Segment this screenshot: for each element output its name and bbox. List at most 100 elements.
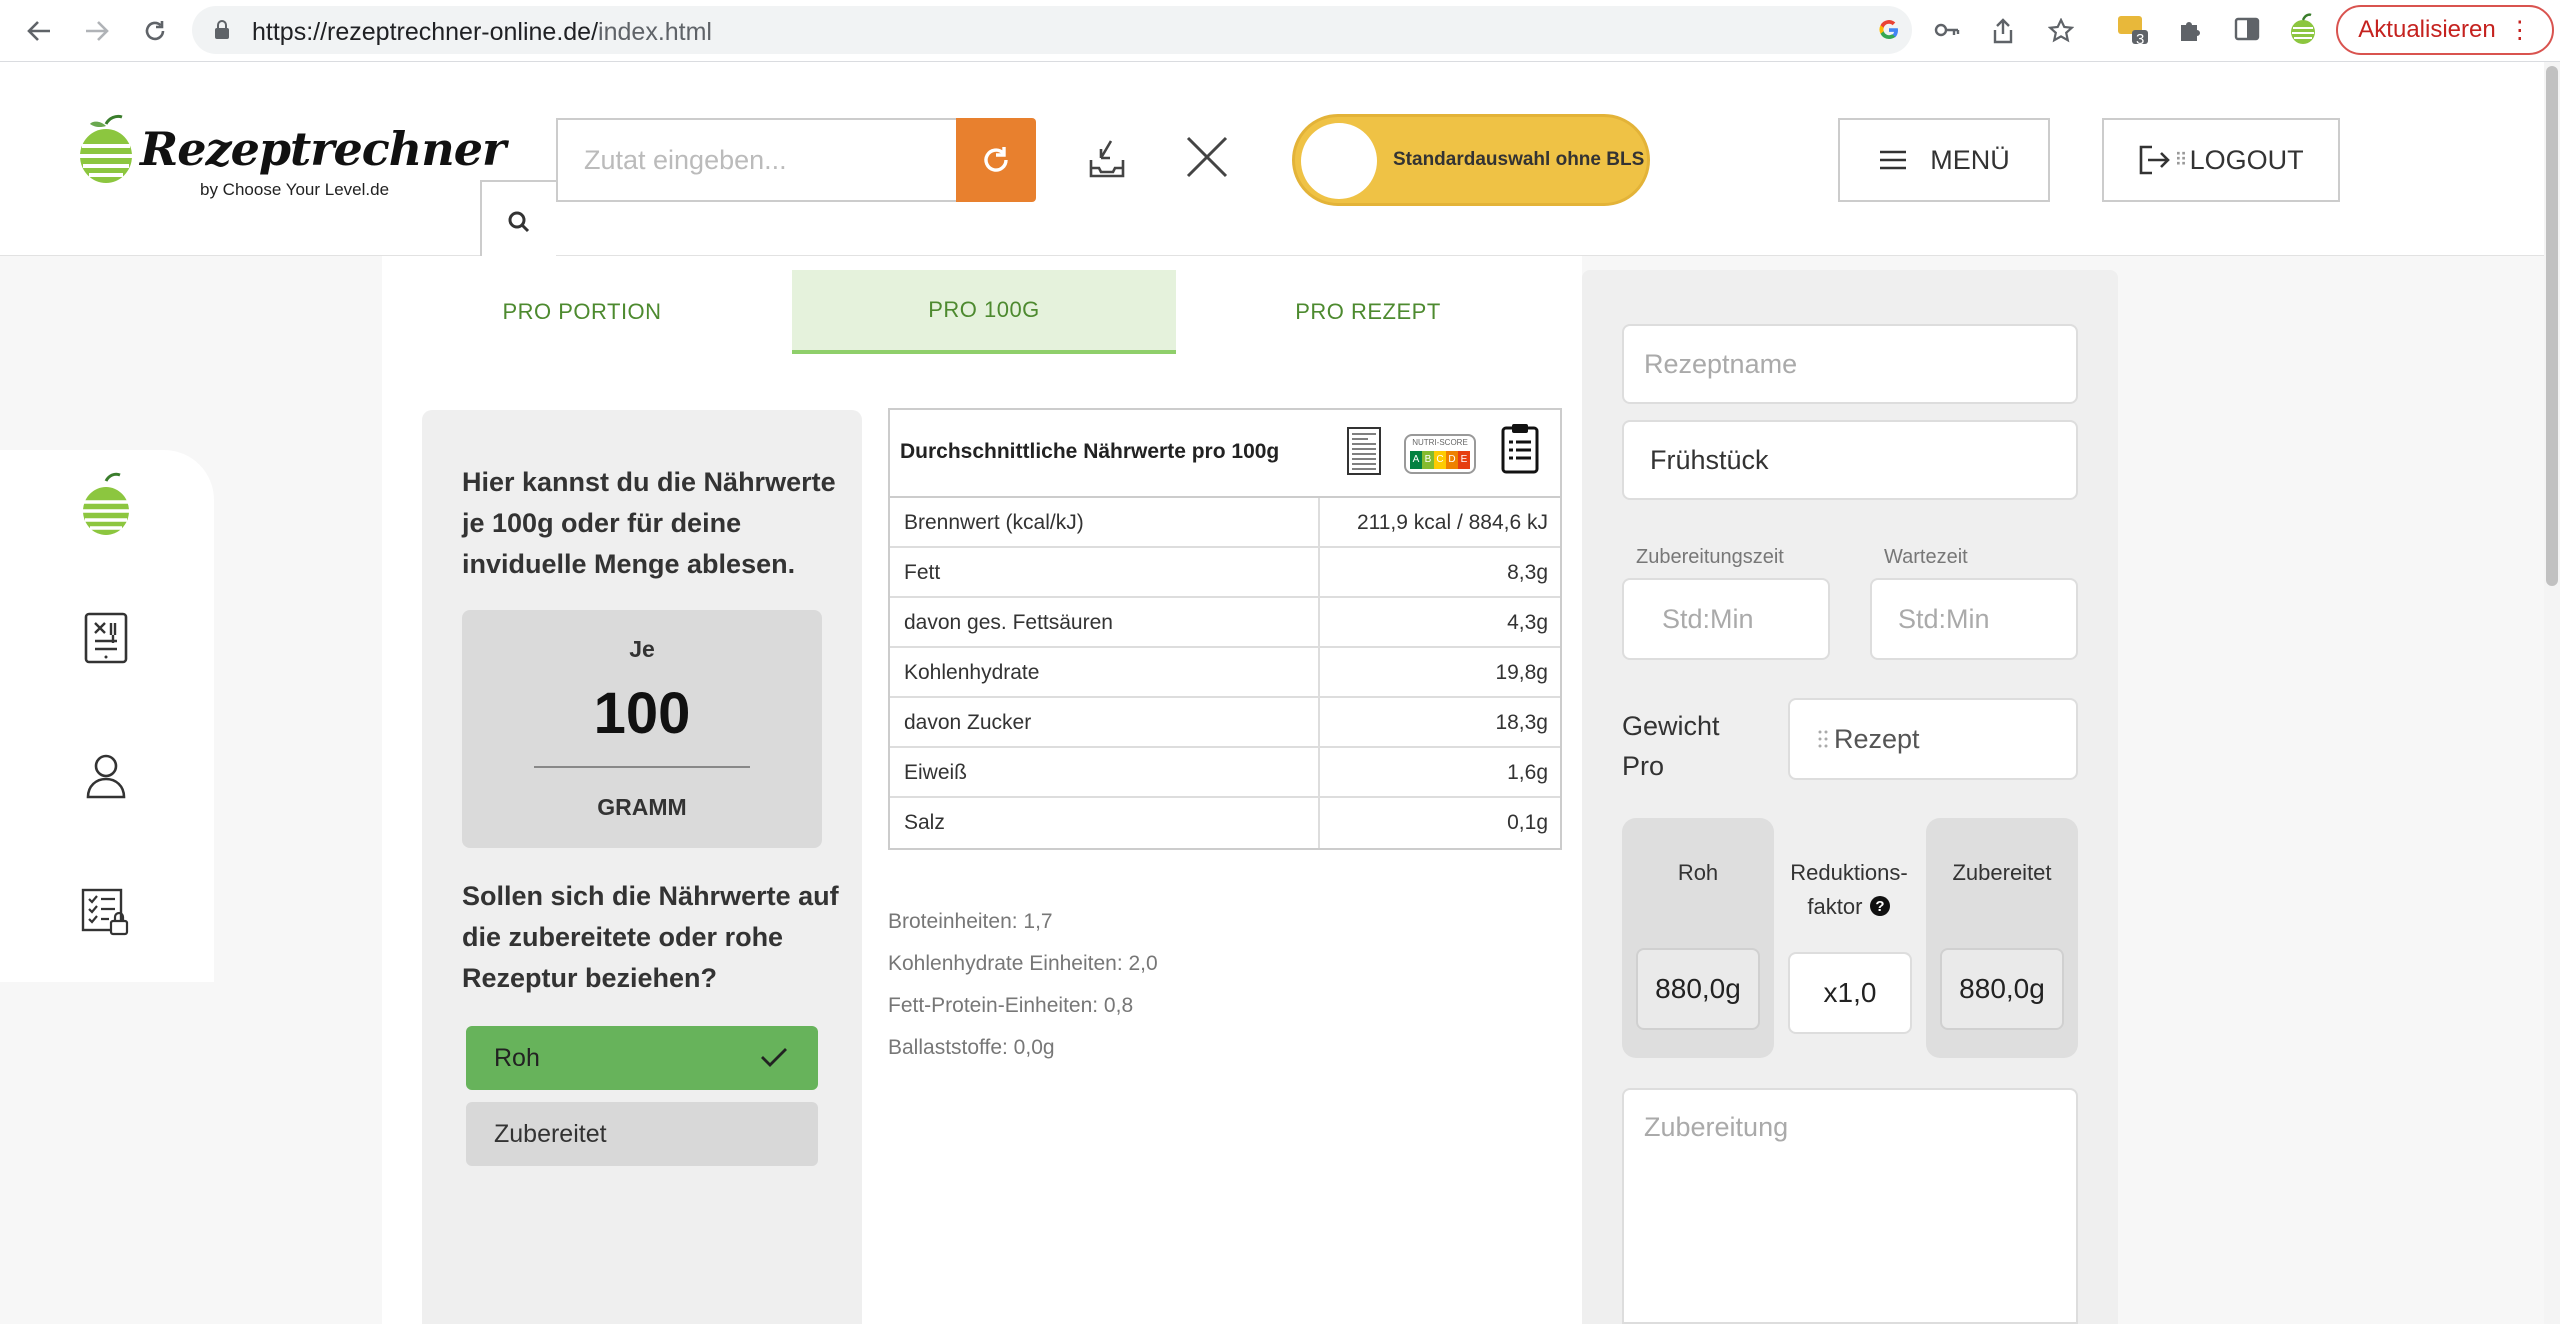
nutrition-row: Kohlenhydrate 19,8g [890, 648, 1560, 698]
nutriscore-d: D [1446, 451, 1458, 469]
amount-divider [534, 766, 750, 768]
option-zubereitet-label: Zubereitet [494, 1119, 607, 1148]
update-browser-button[interactable]: Aktualisieren ⋮ [2336, 5, 2554, 55]
logo-tagline: by Choose Your Level.de [200, 180, 390, 199]
recipe-book-icon [84, 612, 128, 664]
close-icon [1186, 136, 1228, 178]
nutrition-row: Salz 0,1g [890, 798, 1560, 848]
forward-icon[interactable] [80, 14, 114, 48]
amount-input-box[interactable]: Je 100 GRAMM [462, 610, 822, 848]
option-zubereitet-button[interactable]: Zubereitet [466, 1102, 818, 1166]
nutrition-row: Brennwert (kcal/kJ) 211,9 kcal / 884,6 kJ [890, 498, 1560, 548]
apple-logo-icon [83, 472, 129, 535]
amount-intro-text: Hier kannst du die Nährwerte je 100g ode… [462, 467, 836, 579]
tab-pro-100g[interactable]: PRO 100G [792, 270, 1176, 354]
kh-einheiten-text: Kohlenhydrate Einheiten: 2,0 [888, 952, 1158, 975]
clear-recipe-button[interactable] [1184, 134, 1234, 184]
option-roh-label: Roh [494, 1043, 540, 1072]
sidebar-item-locked-list[interactable] [78, 882, 134, 942]
icon-sidebar [0, 450, 214, 982]
weight-per-value: Rezept [1834, 723, 1920, 754]
amount-unit: GRAMM [597, 794, 687, 820]
nutriscore-label: NUTRI-SCORE [1412, 438, 1468, 447]
address-bar[interactable]: https://rezeptrechner-online.de/index.ht… [192, 6, 2075, 54]
logout-icon [2140, 145, 2171, 175]
menu-button[interactable]: MENÜ [1838, 118, 2050, 202]
recipe-category-input[interactable] [1622, 420, 2078, 500]
key-icon[interactable] [1934, 18, 1960, 44]
logout-label: LOGOUT [2189, 144, 2304, 175]
nutriscore-a: A [1410, 451, 1422, 469]
ingredient-search-input[interactable] [556, 118, 958, 202]
extension-badge-icon[interactable]: 3 [2116, 12, 2150, 48]
tab-pro-portion[interactable]: PRO PORTION [382, 270, 782, 354]
nutrition-label-icon[interactable] [1346, 426, 1382, 476]
preparation-textarea[interactable] [1622, 1088, 2078, 1324]
reload-page-icon[interactable] [138, 14, 172, 48]
nutrition-row: davon Zucker 18,3g [890, 698, 1560, 748]
weight-per-label: Gewicht Pro [1622, 711, 1720, 781]
nutrition-table-header: Durchschnittliche Nährwerte pro 100g NUT… [890, 410, 1560, 498]
weight-per-select[interactable]: Rezept [1788, 698, 2078, 780]
page-scrollbar-thumb[interactable] [2546, 66, 2558, 586]
basis-question-text: Sollen sich die Nährwerte auf die zubere… [462, 881, 839, 993]
ballaststoffe-text: Ballaststoffe: 0,0g [888, 1036, 1055, 1059]
recipe-name-input[interactable] [1622, 324, 2078, 404]
fpe-text: Fett-Protein-Einheiten: 0,8 [888, 994, 1134, 1017]
nutrition-table-title: Durchschnittliche Nährwerte pro 100g [900, 440, 1280, 463]
browser-toolbar: https://rezeptrechner-online.de/index.ht… [0, 0, 2560, 62]
share-icon[interactable] [1990, 18, 2016, 44]
bookmark-star-icon[interactable] [2047, 17, 2075, 44]
clipboard-icon[interactable] [1500, 422, 1540, 474]
bls-default-toggle[interactable]: Standardauswahl ohne BLS [1292, 114, 1650, 206]
sidebar-item-home[interactable] [78, 472, 134, 535]
refresh-icon [984, 147, 1008, 172]
checkmark-icon [761, 1048, 787, 1067]
search-icon[interactable] [480, 180, 556, 264]
prep-time-input[interactable] [1622, 578, 1830, 660]
menu-label: MENÜ [1930, 144, 2010, 175]
profile-apple-icon[interactable] [2286, 12, 2320, 46]
back-icon[interactable] [22, 14, 56, 48]
logout-button[interactable]: ⠿ LOGOUT [2102, 118, 2340, 202]
prepared-weight-value[interactable]: 880,0g [1940, 948, 2064, 1030]
apple-logo-icon [80, 114, 132, 183]
raw-weight-value[interactable]: 880,0g [1636, 948, 1760, 1030]
reduction-factor-value[interactable]: x1,0 [1788, 952, 1912, 1034]
nutriscore-b: B [1422, 451, 1434, 469]
user-icon [86, 754, 126, 799]
nutriscore-c: C [1434, 451, 1446, 469]
download-tray-icon [1089, 140, 1125, 178]
nutriscore-icon[interactable]: NUTRI-SCORE A B C D E [1404, 434, 1476, 474]
reduction-factor-label: Reduktions-faktor ? [1790, 860, 1908, 919]
help-icon[interactable]: ? [1869, 895, 1891, 917]
google-icon[interactable] [1876, 18, 1902, 44]
rezeptrechner-logo[interactable]: Rezeptrechner by Choose Your Level.de [78, 114, 506, 199]
nutrition-row: davon ges. Fettsäuren 4,3g [890, 598, 1560, 648]
locked-checklist-icon [81, 888, 129, 936]
raw-weight-label: Roh [1677, 860, 1719, 885]
option-roh-button[interactable]: Roh [466, 1026, 818, 1090]
toggle-label: Standardauswahl ohne BLS [1393, 149, 1645, 170]
wait-time-label: Wartezeit [1884, 546, 1968, 568]
nutrition-row: Fett 8,3g [890, 548, 1560, 598]
amount-value[interactable]: 100 [462, 680, 822, 747]
search-reload-button[interactable] [956, 118, 1036, 202]
import-button[interactable] [1082, 132, 1132, 186]
tab-pro-rezept[interactable]: PRO REZEPT [1176, 270, 1560, 354]
sidebar-item-profile[interactable] [78, 746, 134, 806]
prepared-weight-label: Zubereitet [1952, 860, 2052, 885]
svg-text:?: ? [1875, 898, 1884, 915]
extensions-puzzle-icon[interactable] [2174, 12, 2208, 46]
drag-grip-icon: ⠿ [2174, 149, 2188, 170]
sidebar-item-recipes[interactable] [78, 608, 134, 668]
extension-badge-count: 3 [2136, 31, 2145, 48]
prep-time-label: Zubereitungszeit [1636, 546, 1784, 568]
drag-grip-icon [1818, 730, 1828, 748]
url-text: https://rezeptrechner-online.de/index.ht… [252, 18, 712, 46]
wait-time-input[interactable] [1870, 578, 2078, 660]
logo-wordmark: Rezeptrechner [140, 122, 506, 176]
nutrition-row: Eiweiß 1,6g [890, 748, 1560, 798]
raw-weight-card: Roh 880,0g [1622, 818, 1774, 1058]
side-panel-icon[interactable] [2230, 12, 2264, 46]
